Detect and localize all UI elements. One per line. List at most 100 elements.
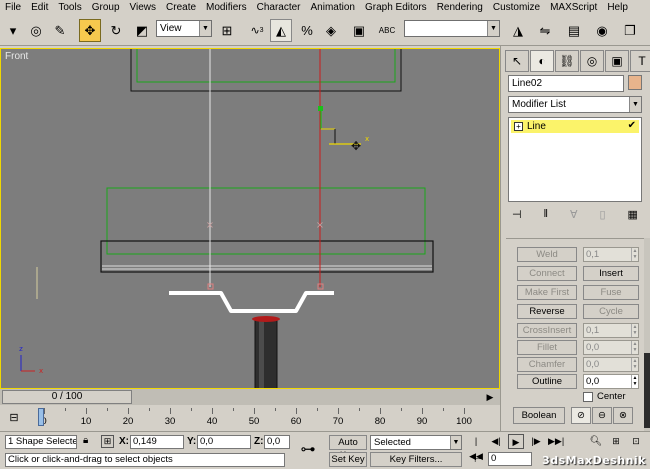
menu-group[interactable]: Group: [87, 0, 125, 16]
stack-item-line[interactable]: + Line ✔: [511, 120, 639, 133]
modifier-list-dropdown[interactable]: Modifier List ▼: [508, 96, 642, 113]
frame-ruler[interactable]: 0 10 20 30 40 50 60 70 80 90 100: [38, 406, 498, 431]
make-first-button[interactable]: Make First: [517, 285, 577, 300]
hierarchy-tab-icon[interactable]: ⛓: [555, 50, 579, 72]
key-mode-toggle-icon[interactable]: ⊢: [470, 452, 486, 467]
connect-button[interactable]: Connect: [517, 266, 577, 281]
menu-help[interactable]: Help: [602, 0, 633, 16]
zoom-icon[interactable]: 🔍︎: [588, 434, 604, 449]
motion-tab-icon[interactable]: ◎: [580, 50, 604, 72]
go-to-start-icon[interactable]: |◀◀: [468, 434, 484, 461]
spinner-arrows-icon[interactable]: ▲ ▼: [631, 375, 638, 388]
named-selection-dropdown[interactable]: ▼: [404, 20, 500, 37]
utilities-tab-icon[interactable]: T: [630, 50, 650, 72]
reference-coord-dropdown[interactable]: View ▼: [156, 20, 212, 37]
key-filters-button[interactable]: Key Filters...: [370, 452, 462, 467]
go-to-end-icon[interactable]: ▶▶|: [548, 434, 564, 449]
zoom-extents-icon[interactable]: ⊡: [628, 434, 644, 449]
y-coord-field[interactable]: 0,0: [197, 435, 251, 449]
fuse-button[interactable]: Fuse: [583, 285, 639, 300]
curve-editor-mini-icon[interactable]: ⊟: [4, 407, 24, 427]
menu-customize[interactable]: Customize: [488, 0, 545, 16]
expand-icon[interactable]: +: [514, 122, 523, 131]
named-selection-icon[interactable]: ▣: [348, 19, 370, 42]
fillet-button[interactable]: Fillet: [517, 340, 577, 355]
object-name-field[interactable]: Line02: [508, 75, 624, 92]
set-key-button[interactable]: Set Key: [329, 452, 367, 467]
spinner-snap-icon[interactable]: ◈: [320, 19, 342, 42]
auto-key-button[interactable]: Auto Key: [329, 435, 367, 461]
create-tab-icon[interactable]: ↖: [505, 50, 529, 72]
previous-frame-icon[interactable]: ◀|: [488, 434, 504, 449]
panel-scrollbar[interactable]: [644, 238, 650, 431]
menu-rendering[interactable]: Rendering: [432, 0, 488, 16]
select-rotate-icon[interactable]: ↻: [105, 19, 127, 42]
dropdown-icon[interactable]: ▾: [2, 19, 24, 42]
boolean-intersect-icon[interactable]: ⊗: [613, 407, 633, 424]
next-frame-icon[interactable]: ▶: [483, 390, 497, 404]
fillet-spinner[interactable]: 0,0 ▲ ▼: [583, 340, 639, 355]
cycle-button[interactable]: Cycle: [583, 304, 639, 319]
snap-toggle-icon[interactable]: ∿ 3: [246, 19, 268, 42]
current-frame-field[interactable]: 0: [488, 452, 532, 466]
select-region-icon[interactable]: ◎: [25, 19, 47, 42]
zoom-all-icon[interactable]: ⊞: [608, 434, 624, 449]
chamfer-spinner[interactable]: 0,0 ▲ ▼: [583, 357, 639, 372]
menu-tools[interactable]: Tools: [53, 0, 86, 16]
menu-create[interactable]: Create: [161, 0, 201, 16]
crossinsert-button[interactable]: CrossInsert: [517, 323, 577, 338]
spinner-arrows-icon[interactable]: ▲ ▼: [631, 324, 638, 337]
z-coord-field[interactable]: 0,0: [264, 435, 290, 449]
play-icon[interactable]: ▶: [508, 434, 524, 449]
track-bar[interactable]: ⊟ 0 10 20 30 40 50 60 70 80 90 100: [0, 406, 500, 431]
remove-modifier-icon[interactable]: ▯: [600, 208, 606, 221]
material-editor-icon[interactable]: ◉: [591, 19, 613, 42]
configure-sets-icon[interactable]: ▦: [628, 208, 638, 221]
menu-character[interactable]: Character: [252, 0, 306, 16]
edit-named-selection-icon[interactable]: ABC: [376, 19, 398, 42]
chamfer-button[interactable]: Chamfer: [517, 357, 577, 372]
absolute-mode-icon[interactable]: ⊞: [101, 435, 114, 448]
front-viewport[interactable]: Front × × x ✥ z x: [0, 48, 500, 389]
outline-spinner[interactable]: 0,0 ▲ ▼: [583, 374, 639, 389]
next-key-icon[interactable]: |▶: [528, 434, 544, 449]
menu-animation[interactable]: Animation: [306, 0, 360, 16]
align-icon[interactable]: ⇋: [534, 19, 556, 42]
menu-modifiers[interactable]: Modifiers: [201, 0, 252, 16]
show-end-result-icon[interactable]: ‖: [544, 208, 549, 220]
mirror-icon[interactable]: ◮: [507, 19, 529, 42]
object-color-swatch[interactable]: [628, 75, 642, 90]
boolean-union-icon[interactable]: ⊘: [571, 407, 591, 424]
outline-button[interactable]: Outline: [517, 374, 577, 389]
curve-editor-icon[interactable]: ▤: [563, 19, 585, 42]
center-checkbox[interactable]: [583, 392, 593, 402]
pin-stack-icon[interactable]: ⊣: [512, 208, 522, 221]
pivot-center-icon[interactable]: ⊞: [216, 19, 238, 42]
angle-snap-icon[interactable]: ◭: [270, 19, 292, 42]
menu-file[interactable]: File: [0, 0, 26, 16]
reverse-button[interactable]: Reverse: [517, 304, 577, 319]
insert-button[interactable]: Insert: [583, 266, 639, 281]
crossinsert-spinner[interactable]: 0,1 ▲ ▼: [583, 323, 639, 338]
render-icon[interactable]: ❐: [619, 19, 641, 42]
menu-views[interactable]: Views: [125, 0, 162, 16]
modify-tab-icon[interactable]: ◐: [530, 50, 554, 72]
display-tab-icon[interactable]: ▣: [605, 50, 629, 72]
menu-maxscript[interactable]: MAXScript: [545, 0, 602, 16]
boolean-subtract-icon[interactable]: ⊖: [592, 407, 612, 424]
weld-threshold-spinner[interactable]: 0,1 ▲ ▼: [583, 247, 639, 262]
menu-edit[interactable]: Edit: [26, 0, 53, 16]
time-slider-thumb[interactable]: 0 / 100: [2, 390, 132, 404]
spinner-arrows-icon[interactable]: ▲ ▼: [631, 248, 638, 261]
percent-snap-icon[interactable]: %: [296, 19, 318, 42]
lock-selection-icon[interactable]: 🔒︎: [83, 435, 88, 446]
select-move-icon[interactable]: ✥: [79, 19, 101, 42]
key-icon[interactable]: ⊶: [293, 436, 323, 464]
boolean-button[interactable]: Boolean: [513, 407, 565, 424]
current-frame-marker[interactable]: [38, 408, 44, 426]
menu-graph-editors[interactable]: Graph Editors: [360, 0, 432, 16]
spinner-arrows-icon[interactable]: ▲ ▼: [631, 358, 638, 371]
x-coord-field[interactable]: 0,149: [130, 435, 184, 449]
spinner-arrows-icon[interactable]: ▲ ▼: [631, 341, 638, 354]
modifier-stack[interactable]: + Line ✔: [508, 117, 642, 202]
